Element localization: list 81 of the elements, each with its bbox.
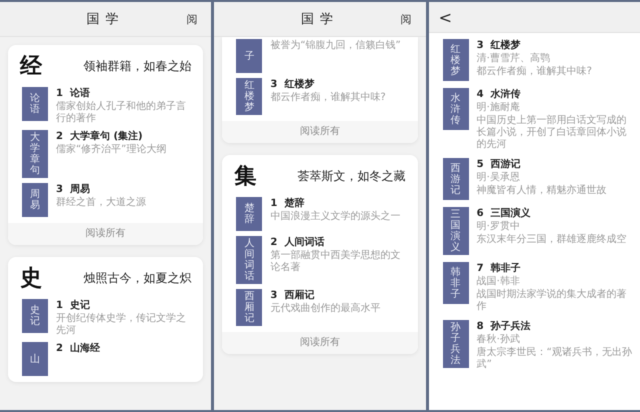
book-cover[interactable]: 红楼梦 bbox=[442, 39, 469, 81]
book-description: 儒家创始人孔子和他的弟子言行的著作 bbox=[56, 101, 187, 125]
app-title: 国学 bbox=[86, 11, 125, 28]
book-cover[interactable]: 周易 bbox=[22, 183, 48, 217]
book-title[interactable]: 水浒传 bbox=[490, 89, 521, 101]
book-title[interactable]: 三国演义 bbox=[490, 208, 531, 220]
book-description: 元代戏曲创作的最高水平 bbox=[270, 303, 380, 315]
book-title[interactable]: 人间词话 bbox=[284, 237, 324, 249]
category-glyph: 史 bbox=[20, 264, 42, 293]
book-cover[interactable]: 人间词话 bbox=[236, 236, 262, 284]
book-number: 3 bbox=[56, 184, 63, 196]
book-title[interactable]: 孙子兵法 bbox=[490, 321, 531, 333]
book-description: 中国浪漫主义文学的源头之一 bbox=[270, 211, 400, 223]
book-title[interactable]: 韩非子 bbox=[490, 263, 521, 275]
book-number: 3 bbox=[476, 40, 484, 52]
category-glyph: 集 bbox=[234, 162, 256, 191]
book-number: 2 bbox=[270, 237, 278, 249]
book-number: 4 bbox=[476, 89, 484, 101]
category-motto: 荟萃斯文，如冬之藏 bbox=[298, 168, 406, 184]
book-number: 3 bbox=[270, 290, 278, 302]
book-description: 神魔皆有人情，精魅亦通世故 bbox=[476, 185, 607, 197]
book-author: 战国·韩非 bbox=[476, 276, 521, 288]
category-glyph: 经 bbox=[20, 52, 42, 81]
book-description: 唐太宗李世民：“观诸兵书，无出孙武” bbox=[476, 347, 633, 371]
book-cover[interactable]: 红楼梦 bbox=[236, 78, 262, 115]
category-motto: 烛照古今，如夏之炽 bbox=[83, 270, 192, 286]
book-author: 春秋·孙武 bbox=[476, 334, 521, 346]
book-author: 明·罗贯中 bbox=[476, 221, 521, 233]
book-description: 中国历史上第一部用白话文写成的长篇小说，开创了白话章回体小说的先河 bbox=[476, 115, 628, 151]
book-number: 1 bbox=[56, 88, 63, 100]
book-number: 1 bbox=[270, 198, 278, 210]
book-number: 5 bbox=[476, 159, 484, 171]
book-title[interactable]: 周易 bbox=[70, 184, 90, 196]
book-title[interactable]: 西游记 bbox=[490, 159, 521, 171]
book-number: 2 bbox=[56, 343, 63, 355]
book-title[interactable]: 山海经 bbox=[70, 343, 100, 355]
book-cover[interactable]: 大学章句 bbox=[22, 130, 48, 178]
book-cover[interactable]: 山 bbox=[22, 342, 48, 376]
book-title[interactable]: 红楼梦 bbox=[490, 40, 521, 52]
book-cover[interactable]: 史记 bbox=[22, 299, 48, 333]
book-cover[interactable]: 三国演义 bbox=[442, 207, 469, 255]
book-cover[interactable]: 论语 bbox=[22, 87, 48, 121]
book-author: 清·曹雪芹、高鹗 bbox=[476, 53, 551, 65]
book-number: 7 bbox=[476, 263, 484, 275]
book-description: 都云作者痴，谁解其中味? bbox=[476, 66, 592, 78]
book-author: 明·吴承恩 bbox=[476, 172, 521, 184]
book-title[interactable]: 大学章句 (集注) bbox=[70, 131, 143, 143]
book-description: 儒家“修齐治平”理论大纲 bbox=[56, 144, 166, 156]
category-motto: 领袖群籍，如春之始 bbox=[83, 58, 192, 74]
book-cover[interactable]: 子 bbox=[236, 39, 262, 73]
book-cover[interactable]: 西厢记 bbox=[236, 289, 262, 326]
book-number: 8 bbox=[476, 321, 484, 333]
book-cover[interactable]: 韩非子 bbox=[442, 262, 469, 304]
book-description: 都云作者痴，谁解其中味? bbox=[270, 92, 386, 104]
book-description: 开创纪传体史学，传记文学之先河 bbox=[56, 313, 187, 337]
book-number: 3 bbox=[270, 79, 278, 91]
book-title[interactable]: 史记 bbox=[70, 300, 90, 312]
book-cover[interactable]: 西游记 bbox=[442, 158, 469, 200]
book-author: 明·施耐庵 bbox=[476, 102, 521, 114]
book-description: 东汉末年分三国，群雄逐鹿终成空 bbox=[476, 234, 627, 246]
book-description: 被誉为“锦腹九回，信籁白钱” bbox=[270, 40, 401, 52]
book-description: 战国时期法家学说的集大成者的著作 bbox=[476, 289, 628, 313]
book-cover[interactable]: 孙子兵法 bbox=[442, 320, 469, 368]
book-number: 1 bbox=[56, 300, 63, 312]
book-cover[interactable]: 水浒传 bbox=[442, 88, 469, 130]
read-all-button[interactable]: 阅读所有 bbox=[8, 223, 204, 245]
read-all-button[interactable]: 阅读所有 bbox=[222, 121, 418, 143]
back-button[interactable]: < bbox=[438, 8, 452, 26]
book-description: 第一部融贯中西美学思想的文论名著 bbox=[270, 250, 402, 274]
read-link[interactable]: 阅 bbox=[186, 12, 198, 26]
book-cover[interactable]: 楚辞 bbox=[236, 197, 262, 231]
book-number: 2 bbox=[56, 131, 63, 143]
book-title[interactable]: 楚辞 bbox=[284, 198, 304, 210]
book-description: 群经之首，大道之源 bbox=[56, 197, 146, 209]
book-title[interactable]: 西厢记 bbox=[284, 290, 314, 302]
read-all-button[interactable]: 阅读所有 bbox=[222, 332, 418, 354]
book-title[interactable]: 论语 bbox=[70, 88, 90, 100]
read-link[interactable]: 阅 bbox=[400, 12, 412, 26]
book-number: 6 bbox=[476, 208, 484, 220]
app-title: 国学 bbox=[300, 11, 339, 28]
book-title[interactable]: 红楼梦 bbox=[284, 79, 314, 91]
